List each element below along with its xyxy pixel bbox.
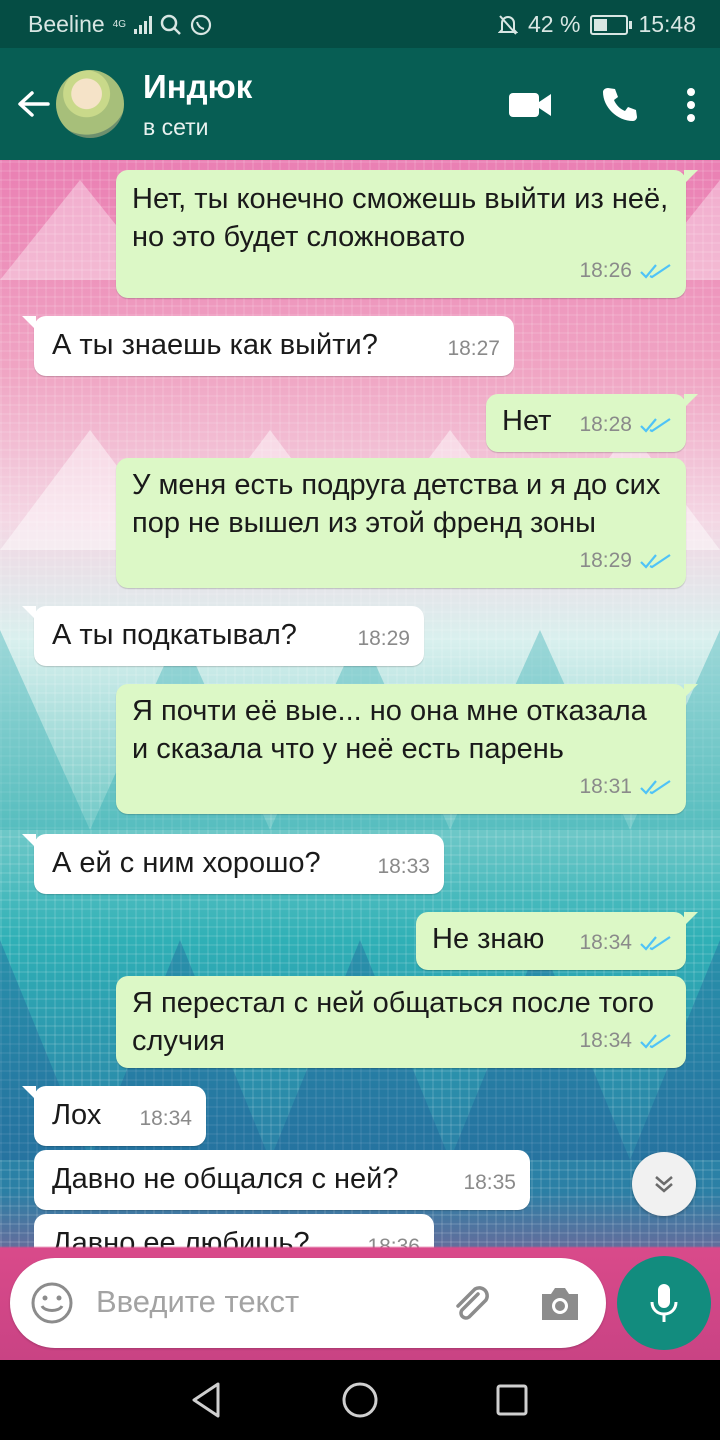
whatsapp-icon: [190, 14, 212, 35]
message-time: 18:29: [579, 549, 632, 572]
attach-icon[interactable]: [448, 1282, 492, 1326]
phone-icon[interactable]: [600, 86, 638, 124]
message-input[interactable]: Введите текст: [96, 1284, 299, 1320]
message-text: Давно не общался с ней?: [52, 1163, 399, 1195]
chat-area[interactable]: Нет, ты конечно сможешь выйти из неё, но…: [0, 160, 720, 1360]
read-ticks-icon: [640, 780, 671, 795]
carrier-label: Beeline: [28, 11, 105, 37]
read-ticks-icon: [640, 1034, 671, 1049]
read-ticks-icon: [640, 936, 671, 951]
message-outgoing[interactable]: Нет, ты конечно сможешь выйти из неё, но…: [116, 170, 698, 298]
chat-header: Индюк в сети: [0, 48, 720, 160]
nav-back-icon[interactable]: [188, 1380, 224, 1420]
message-time: 18:29: [357, 627, 410, 650]
message-outgoing[interactable]: Я почти её вые... но она мне отказала и …: [116, 684, 698, 814]
clock: 15:48: [638, 11, 696, 37]
mic-button[interactable]: [617, 1256, 711, 1350]
message-text: Я почти её вые... но она мне отказала и …: [132, 695, 647, 765]
mic-icon: [650, 1284, 678, 1322]
video-call-icon[interactable]: [508, 90, 552, 120]
search-icon: [160, 14, 181, 35]
message-outgoing[interactable]: Нет 18:28: [486, 394, 698, 452]
mute-bell-icon: [498, 14, 518, 35]
message-time: 18:28: [579, 413, 632, 436]
contact-name[interactable]: Индюк: [143, 68, 252, 106]
message-time: 18:33: [377, 855, 430, 878]
message-incoming[interactable]: А ты знаешь как выйти? 18:27: [22, 316, 514, 376]
message-text: А ты знаешь как выйти?: [52, 329, 378, 361]
message-time: 18:27: [447, 337, 500, 360]
emoji-icon[interactable]: [30, 1281, 74, 1325]
message-incoming[interactable]: Лох 18:34: [22, 1086, 206, 1146]
message-time: 18:35: [463, 1171, 516, 1194]
message-outgoing[interactable]: Я перестал с ней общаться после того слу…: [116, 976, 686, 1068]
message-time: 18:34: [579, 1029, 632, 1052]
battery-percent: 42 %: [528, 11, 581, 37]
message-incoming[interactable]: Давно не общался с ней? 18:35: [34, 1150, 530, 1210]
signal-icon: [134, 15, 153, 34]
status-bar: Beeline 4G 42 % 15:48: [0, 0, 720, 48]
message-time: 18:34: [139, 1107, 192, 1130]
message-text: У меня есть подруга детства и я до сих п…: [132, 469, 661, 539]
scroll-down-icon: [655, 1176, 673, 1193]
scroll-down-button[interactable]: [632, 1152, 696, 1216]
battery-icon: [590, 14, 633, 35]
nav-home-icon[interactable]: [340, 1380, 380, 1420]
read-ticks-icon: [640, 554, 671, 569]
camera-icon[interactable]: [538, 1284, 582, 1324]
message-composer: Введите текст: [10, 1258, 606, 1348]
message-outgoing[interactable]: Не знаю 18:34: [416, 912, 698, 970]
avatar[interactable]: [56, 70, 124, 138]
more-vert-icon[interactable]: [686, 88, 696, 122]
message-outgoing[interactable]: У меня есть подруга детства и я до сих п…: [116, 458, 686, 588]
message-time: 18:34: [579, 931, 632, 954]
back-arrow-icon[interactable]: [14, 84, 54, 124]
network-type: 4G: [112, 18, 127, 30]
read-ticks-icon: [640, 264, 671, 279]
message-incoming[interactable]: А ты подкатывал? 18:29: [22, 606, 424, 666]
nav-recents-icon[interactable]: [494, 1380, 530, 1420]
contact-status: в сети: [143, 114, 209, 140]
message-time: 18:26: [579, 259, 632, 282]
read-ticks-icon: [640, 418, 671, 433]
message-incoming[interactable]: А ей с ним хорошо? 18:33: [22, 834, 444, 894]
message-time: 18:31: [579, 775, 632, 798]
system-nav-bar: [0, 1360, 720, 1440]
